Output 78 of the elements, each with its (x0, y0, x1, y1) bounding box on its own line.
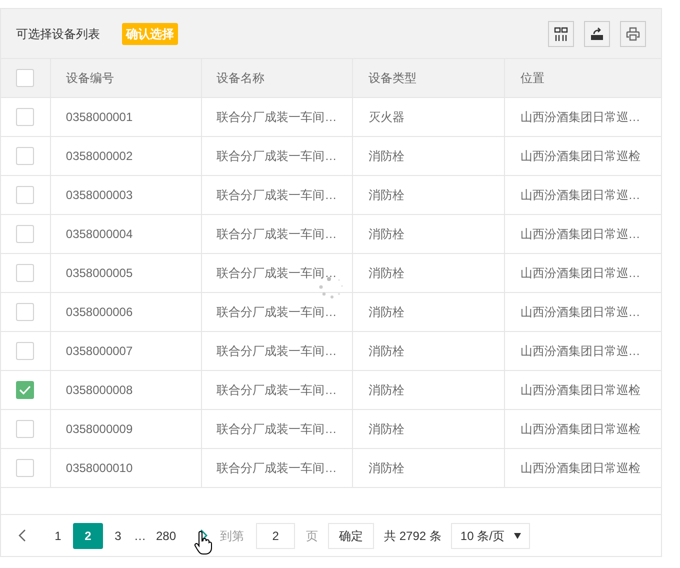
checkbox[interactable] (16, 225, 34, 243)
page-button[interactable]: 280 (149, 522, 184, 548)
table-cell-text: 0358000002 (66, 148, 133, 165)
table-cell-text: 0358000009 (66, 421, 133, 438)
export-button[interactable] (584, 20, 610, 46)
check-icon (19, 385, 32, 395)
table-cell-text: 消防栓 (368, 460, 404, 477)
checkbox[interactable] (16, 264, 34, 282)
table-cell-text: 消防栓 (368, 304, 404, 321)
page-unit-label: 页 (306, 528, 318, 544)
column-header: 位置 (520, 70, 544, 87)
columns-icon (554, 26, 568, 40)
goto-confirm-button[interactable]: 确定 (328, 522, 374, 548)
table-cell-text: 联合分厂成装一车间… (216, 148, 337, 165)
table-cell-text: 山西汾酒集团日常巡… (520, 265, 640, 282)
checkbox[interactable] (16, 147, 34, 165)
checkbox[interactable] (16, 342, 34, 360)
table-cell-text: 消防栓 (368, 226, 404, 243)
table-cell-text: 0358000003 (66, 187, 133, 204)
checkbox[interactable] (16, 459, 34, 477)
checkbox[interactable] (16, 186, 34, 204)
total-count: 共 2792 条 (384, 528, 442, 544)
chevron-left-icon (18, 529, 26, 542)
table-cell-text: 0358000007 (66, 343, 133, 360)
export-icon (590, 26, 604, 40)
page-button[interactable]: 3 (105, 522, 131, 548)
page-button[interactable]: 2 (73, 522, 103, 548)
table-cell-text: 联合分厂成装一车间… (216, 421, 337, 438)
table-cell-text: 山西汾酒集团日常巡检 (520, 148, 640, 165)
table-cell-text: 山西汾酒集团日常巡… (520, 187, 640, 204)
table-cell-text: 0358000004 (66, 226, 133, 243)
table-cell-text: 联合分厂成装一车间… (216, 382, 337, 399)
table-cell-text: 山西汾酒集团日常巡检 (520, 460, 640, 477)
table-cell-text: 山西汾酒集团日常巡检 (520, 421, 640, 438)
checkbox[interactable] (16, 69, 34, 87)
checkbox[interactable] (16, 420, 34, 438)
page-size-select[interactable]: 10 条/页 (451, 522, 530, 548)
table-cell-text: 山西汾酒集团日常巡… (520, 304, 640, 321)
column-header: 设备名称 (216, 70, 265, 87)
table-cell-text: 消防栓 (368, 187, 404, 204)
column-header: 设备编号 (66, 70, 114, 87)
page-ellipsis: … (133, 528, 147, 544)
table-cell-text: 消防栓 (368, 148, 404, 165)
table-cell-text: 联合分厂成装一车间… (216, 304, 337, 321)
table-cell-text: 消防栓 (368, 382, 404, 399)
dropdown-arrow-icon (514, 532, 522, 538)
table-cell-text: 联合分厂成装一车间… (216, 109, 337, 126)
table-cell-text: 0358000006 (66, 304, 133, 321)
table-cell-text: 消防栓 (368, 265, 404, 282)
hand-cursor-icon (194, 531, 212, 555)
table-cell-text: 山西汾酒集团日常巡… (520, 343, 640, 360)
checkbox[interactable] (16, 108, 34, 126)
page-input[interactable]: 2 (256, 522, 296, 548)
print-button[interactable] (620, 20, 646, 46)
table-cell-text: 消防栓 (368, 421, 404, 438)
checkbox[interactable] (16, 303, 34, 321)
table-cell-text: 0358000005 (66, 265, 133, 282)
table-cell-text: 山西汾酒集团日常巡… (520, 226, 640, 243)
table-cell-text: 联合分厂成装一车间… (216, 265, 337, 282)
goto-label: 到第 (220, 528, 244, 544)
page-button[interactable]: 1 (45, 522, 71, 548)
checkbox[interactable] (16, 381, 34, 399)
table-title: 可选择设备列表 (16, 26, 100, 42)
table-cell-text: 联合分厂成装一车间… (216, 187, 337, 204)
table-cell-text: 山西汾酒集团日常巡… (520, 109, 640, 126)
table-cell-text: 山西汾酒集团日常巡检 (520, 382, 640, 399)
table-cell-text: 0358000008 (66, 382, 133, 399)
chevron-right-icon (200, 529, 208, 542)
table-cell-text: 联合分厂成装一车间… (216, 343, 337, 360)
columns-button[interactable] (548, 20, 574, 46)
table-cell-text: 消防栓 (368, 343, 404, 360)
column-header: 设备类型 (368, 70, 416, 87)
table-cell-text: 0358000010 (66, 460, 133, 477)
table-cell-text: 联合分厂成装一车间… (216, 226, 337, 243)
table-cell-text: 灭火器 (368, 109, 404, 126)
print-icon (626, 26, 640, 40)
table-cell-text: 0358000001 (66, 109, 133, 126)
table-cell-text: 联合分厂成装一车间… (216, 460, 337, 477)
